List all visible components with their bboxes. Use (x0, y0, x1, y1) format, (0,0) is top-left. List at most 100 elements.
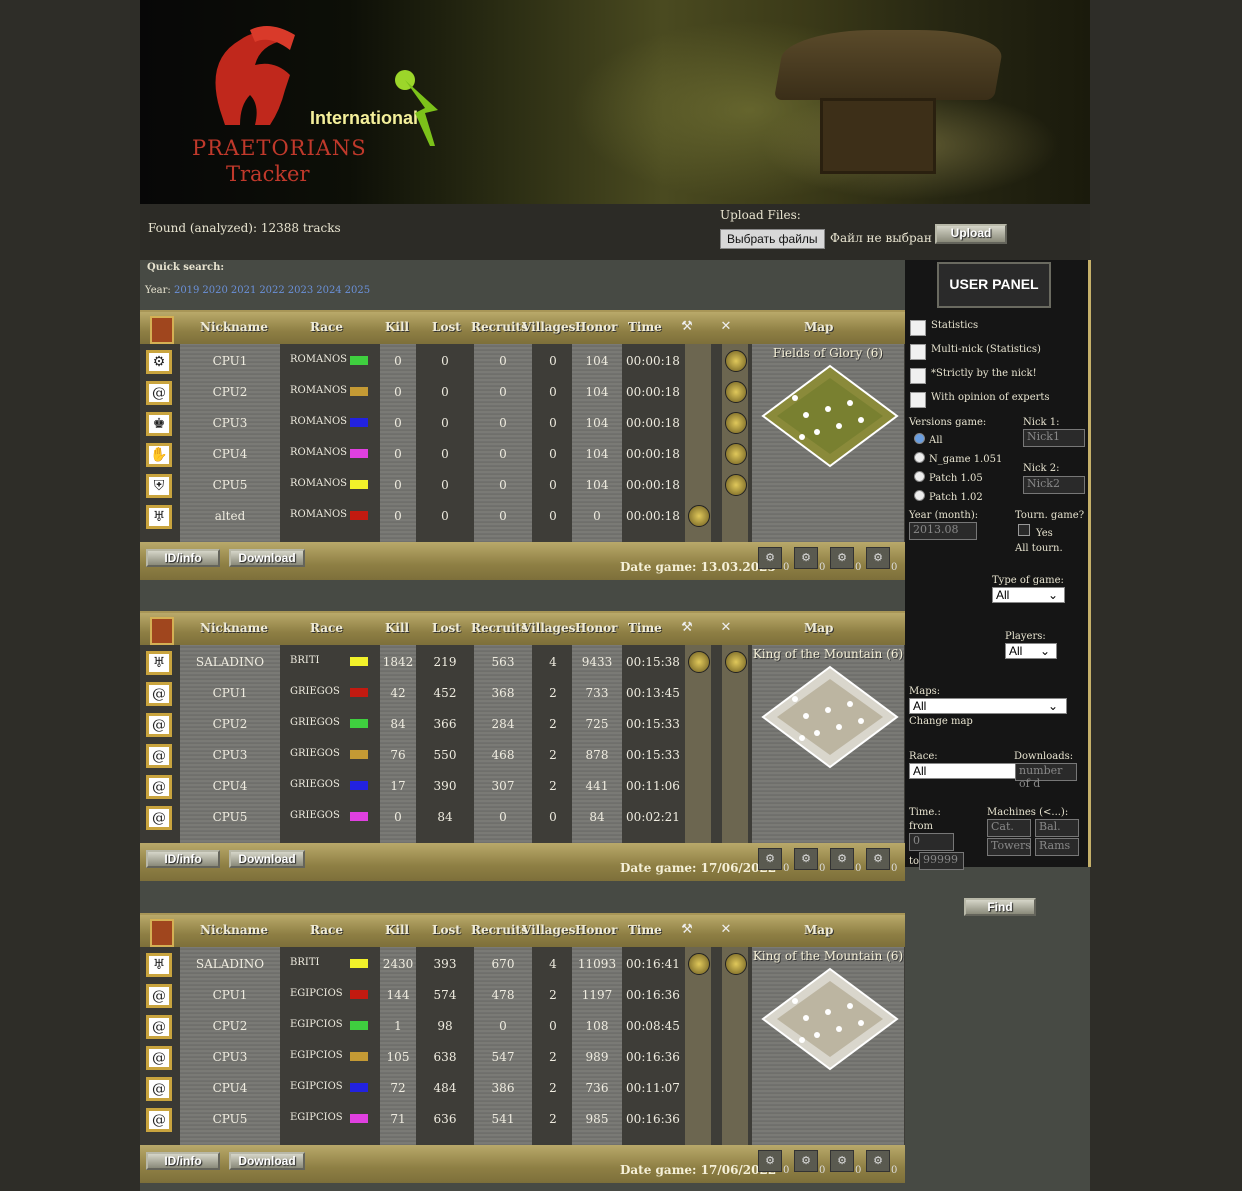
catapult-input[interactable]: Cat. (987, 819, 1031, 837)
year-month-input[interactable]: 2013.08 (909, 522, 977, 540)
cell-honor: 441 (585, 779, 609, 793)
cell-lost: 452 (433, 686, 457, 700)
ballista-icon: ⚙ (794, 547, 818, 569)
cell-lost: 0 (441, 478, 449, 492)
banner-hut-roof (773, 30, 1007, 100)
race-select[interactable]: All (909, 763, 1017, 779)
column-header-kill: Kill (385, 923, 410, 937)
crossed-swords-icon: ✕ (720, 620, 732, 635)
map-preview-image[interactable] (755, 659, 905, 779)
cell-villages: 4 (549, 957, 557, 971)
find-button[interactable]: Find (964, 898, 1036, 916)
statistics-checkbox[interactable] (910, 320, 926, 336)
ballista-input[interactable]: Bal. (1035, 819, 1079, 837)
cell-nick[interactable]: CPU1 (180, 686, 280, 700)
version-105-radio[interactable] (914, 471, 925, 482)
player-color-swatch (350, 688, 368, 697)
column-header-time: Time (628, 320, 662, 334)
cell-time: 00:13:45 (626, 686, 680, 700)
cell-kill: 84 (390, 717, 406, 731)
version-ngame-radio[interactable] (914, 452, 925, 463)
year-link-2020[interactable]: 2020 (202, 285, 227, 296)
download-button[interactable]: Download (229, 850, 305, 868)
choose-files-button[interactable]: Выбрать файлы (720, 229, 825, 249)
column-header-race: Race (310, 923, 343, 937)
cell-nick[interactable]: alted (180, 509, 280, 523)
machines-label: Machines (<...): (987, 807, 1069, 818)
player-color-swatch (350, 1021, 368, 1030)
machine-count: 0 (855, 562, 862, 573)
strict-checkbox[interactable] (910, 368, 926, 384)
download-button[interactable]: Download (229, 549, 305, 567)
change-map-link[interactable]: Change map (909, 716, 973, 727)
nick2-input[interactable]: Nick2 (1023, 476, 1085, 494)
cell-time: 00:16:36 (626, 1050, 680, 1064)
nick1-input[interactable]: Nick1 (1023, 429, 1085, 447)
map-preview-image[interactable] (755, 961, 905, 1081)
column-header-honor: Honor (575, 621, 618, 635)
multinick-checkbox[interactable] (910, 344, 926, 360)
upload-button[interactable]: Upload (935, 224, 1007, 244)
cell-nick[interactable]: CPU1 (180, 354, 280, 368)
game-block: Nickname Race Kill Lost Recruits Villages Hono… (140, 611, 905, 881)
time-to-input[interactable]: 99999 (919, 852, 964, 870)
time-from-input[interactable]: 0 (909, 833, 954, 851)
year-link-2021[interactable]: 2021 (231, 285, 256, 296)
cell-kill: 144 (386, 988, 410, 1002)
column-header-kill: Kill (385, 320, 410, 334)
player-color-swatch (350, 812, 368, 821)
cell-nick[interactable]: SALADINO (180, 957, 280, 971)
maps-select[interactable]: All ⌄ (909, 698, 1067, 714)
year-link-2023[interactable]: 2023 (288, 285, 313, 296)
cell-nick[interactable]: CPU3 (180, 1050, 280, 1064)
version-ngame-label: N_game 1.051 (929, 454, 1003, 465)
players-select[interactable]: All ⌄ (1005, 643, 1057, 659)
id-info-button[interactable]: ID/info (146, 850, 220, 868)
cell-nick[interactable]: CPU4 (180, 447, 280, 461)
user-panel-button[interactable]: USER PANEL (937, 262, 1051, 308)
downloads-input[interactable]: number of d (1015, 763, 1077, 790)
type-select[interactable]: All ⌄ (992, 587, 1065, 603)
cell-nick[interactable]: CPU3 (180, 748, 280, 762)
player-color-swatch (350, 480, 368, 489)
spiral-icon: @ (146, 775, 172, 799)
cell-time: 00:00:18 (626, 354, 680, 368)
player-color-swatch (350, 750, 368, 759)
rams-input[interactable]: Rams (1035, 838, 1079, 856)
cell-nick[interactable]: SALADINO (180, 655, 280, 669)
tourn-all-label: All tourn. (1015, 543, 1063, 554)
time-to-label: to (909, 856, 920, 867)
version-102-radio[interactable] (914, 490, 925, 501)
cell-nick[interactable]: CPU2 (180, 717, 280, 731)
player-color-swatch (350, 1083, 368, 1092)
cell-honor: 104 (585, 354, 609, 368)
year-link-2024[interactable]: 2024 (316, 285, 341, 296)
experts-checkbox[interactable] (910, 392, 926, 408)
cell-nick[interactable]: CPU3 (180, 416, 280, 430)
year-link-2022[interactable]: 2022 (259, 285, 284, 296)
column-header-honor: Honor (575, 923, 618, 937)
user-panel: USER PANEL Statistics Multi-nick (Statis… (905, 260, 1091, 870)
map-preview-image[interactable] (755, 358, 905, 478)
towers-input[interactable]: Towers (987, 838, 1031, 856)
eagle-icon: ♅ (146, 953, 172, 977)
download-button[interactable]: Download (229, 1152, 305, 1170)
cell-nick[interactable]: CPU5 (180, 810, 280, 824)
id-info-button[interactable]: ID/info (146, 549, 220, 567)
year-link-2019[interactable]: 2019 (174, 285, 199, 296)
banner-flag-icon (150, 316, 174, 344)
tourn-checkbox[interactable] (1018, 524, 1030, 536)
cell-nick[interactable]: CPU4 (180, 779, 280, 793)
version-102-label: Patch 1.02 (929, 492, 983, 503)
cell-nick[interactable]: CPU1 (180, 988, 280, 1002)
cell-nick[interactable]: CPU2 (180, 1019, 280, 1033)
year-link-2025[interactable]: 2025 (345, 285, 370, 296)
star-badge-icon (725, 651, 747, 673)
cell-nick[interactable]: CPU5 (180, 478, 280, 492)
version-all-radio[interactable] (914, 433, 925, 444)
cell-nick[interactable]: CPU4 (180, 1081, 280, 1095)
column-header-nickname: Nickname (200, 923, 268, 937)
cell-nick[interactable]: CPU2 (180, 385, 280, 399)
cell-nick[interactable]: CPU5 (180, 1112, 280, 1126)
id-info-button[interactable]: ID/info (146, 1152, 220, 1170)
